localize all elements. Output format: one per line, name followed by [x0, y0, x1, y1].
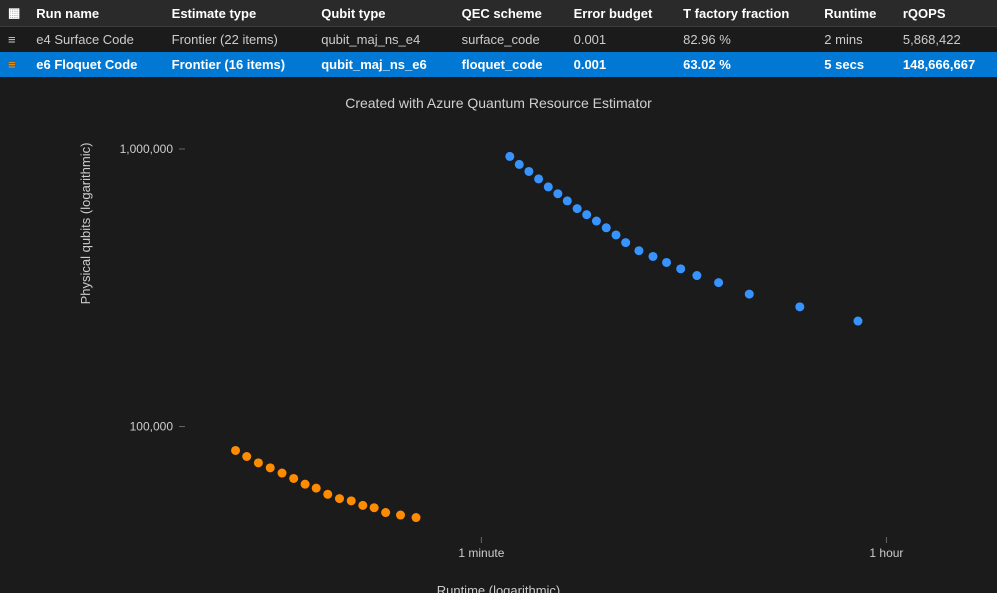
col-runtime[interactable]: Runtime: [816, 0, 895, 27]
cell-tfactory: 82.96 %: [675, 27, 816, 53]
cell-estimate: Frontier (22 items): [164, 27, 314, 53]
col-run-name[interactable]: Run name: [28, 0, 163, 27]
row-marker-icon: ≡: [0, 52, 28, 77]
cell-runtime: 2 mins: [816, 27, 895, 53]
cell-tfactory: 63.02 %: [675, 52, 816, 77]
cell-run-name: e4 Surface Code: [28, 27, 163, 53]
chart-area: Created with Azure Quantum Resource Esti…: [0, 77, 997, 593]
col-tfactory[interactable]: T factory fraction: [675, 0, 816, 27]
svg-text:1 minute: 1 minute: [458, 546, 504, 560]
cell-qec: surface_code: [454, 27, 566, 53]
cell-qec: floquet_code: [454, 52, 566, 77]
cell-error: 0.001: [566, 27, 675, 53]
scatter-plot[interactable]: 100,000 1,000,000 1 minute 1 hour: [0, 77, 997, 593]
cell-error: 0.001: [566, 52, 675, 77]
cell-estimate: Frontier (16 items): [164, 52, 314, 77]
col-qubit[interactable]: Qubit type: [313, 0, 453, 27]
col-rqops[interactable]: rQOPS: [895, 0, 997, 27]
col-error[interactable]: Error budget: [566, 0, 675, 27]
results-table: ▦ Run name Estimate type Qubit type QEC …: [0, 0, 997, 77]
cell-qubit: qubit_maj_ns_e6: [313, 52, 453, 77]
row-marker-icon: ≡: [0, 27, 28, 53]
col-qec[interactable]: QEC scheme: [454, 0, 566, 27]
cell-rqops: 5,868,422: [895, 27, 997, 53]
table-row[interactable]: ≡ e4 Surface Code Frontier (22 items) qu…: [0, 27, 997, 53]
grid-icon[interactable]: ▦: [0, 0, 28, 27]
svg-text:1,000,000: 1,000,000: [120, 142, 174, 156]
svg-text:1 hour: 1 hour: [869, 546, 903, 560]
cell-runtime: 5 secs: [816, 52, 895, 77]
cell-qubit: qubit_maj_ns_e4: [313, 27, 453, 53]
svg-text:100,000: 100,000: [130, 420, 174, 434]
cell-run-name: e6 Floquet Code: [28, 52, 163, 77]
table-row[interactable]: ≡ e6 Floquet Code Frontier (16 items) qu…: [0, 52, 997, 77]
table-header-row: ▦ Run name Estimate type Qubit type QEC …: [0, 0, 997, 27]
cell-rqops: 148,666,667: [895, 52, 997, 77]
col-estimate[interactable]: Estimate type: [164, 0, 314, 27]
